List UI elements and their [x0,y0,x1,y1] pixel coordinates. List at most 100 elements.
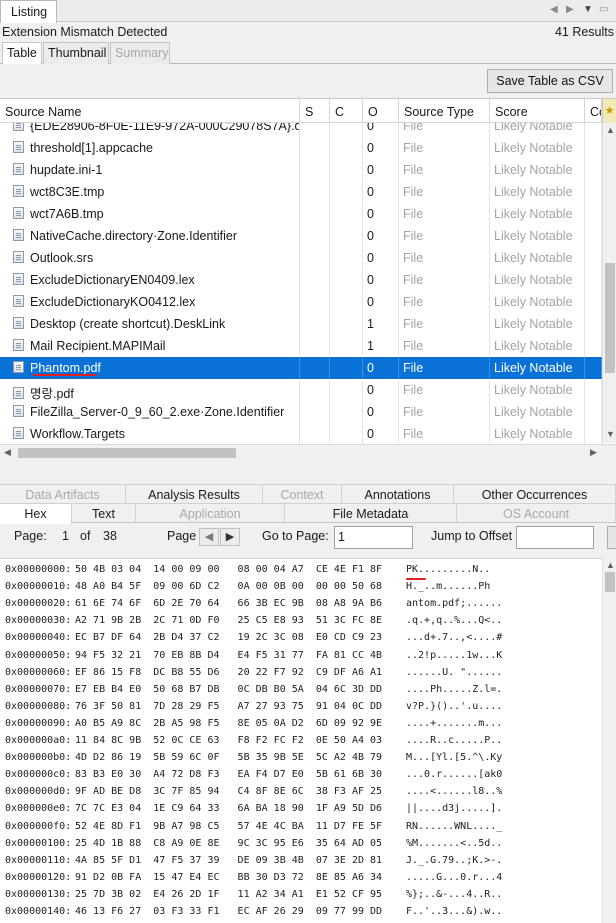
jump-offset-input[interactable] [516,526,594,549]
results-count: 41 Results [554,25,614,39]
table-row[interactable]: ExcludeDictionaryEN0409.lex 0 File Likely N… [0,269,602,291]
col-comment[interactable]: Co [585,99,602,123]
save-table-csv-button[interactable]: Save Table as CSV [487,69,613,93]
cell-o: 0 [363,357,399,379]
table-row[interactable]: Mail Recipient.MAPIMail 1 File Likely Notab… [0,335,602,357]
scroll-thumb[interactable] [18,448,236,458]
cell-source-type: File [399,269,490,291]
tab-context[interactable]: Context [263,484,342,503]
hex-ascii: ....<......l8..% [406,786,503,798]
cell-source-name: wct7A6B.tmp [0,203,300,225]
table-row[interactable]: {EDE28906-8F0E-11E9-972A-000C29078S7A}.d… [0,123,602,137]
col-c[interactable]: C [330,99,363,123]
hex-ascii: %M.......<..5d.. [406,837,503,849]
cell-comment [585,123,602,137]
tab-annotations[interactable]: Annotations [342,484,454,503]
hex-ascii: PK.........N.. [406,564,491,575]
file-icon [13,427,24,439]
cell-s [300,225,330,247]
hex-offset: 0x00000040: [5,632,72,644]
cell-o: 0 [363,181,399,203]
tab-os-account[interactable]: OS Account [457,503,616,522]
table-vertical-scrollbar[interactable]: ▲ ▼ [602,123,616,443]
col-o[interactable]: O [363,99,399,123]
jump-button[interactable] [607,526,616,549]
cell-s [300,159,330,181]
tab-listing[interactable]: Listing [0,0,57,23]
table-row[interactable]: hupdate.ini-1 0 File Likely Notable [0,159,602,181]
scroll-up-icon[interactable]: ▲ [606,560,615,570]
hex-ascii: ..2!p.....1w...K [406,649,503,661]
file-icon [13,229,24,241]
tab-table[interactable]: Table [2,42,42,65]
table-row[interactable]: 명랑.pdf 0 File Likely Notable [0,379,602,401]
tab-application[interactable]: Application [136,503,285,522]
cell-source-type: File [399,247,490,269]
file-icon [13,185,24,197]
next-page-button[interactable]: ▶ [220,528,240,546]
maximize-icon[interactable]: ▭ [599,4,608,15]
scroll-right-icon[interactable]: ▶ [590,447,597,458]
tab-summary[interactable]: Summary [110,42,170,64]
cell-comment [585,291,602,313]
view-tabs: Table Thumbnail Summary [0,42,616,65]
cell-c [330,379,363,401]
cell-score: Likely Notable [490,269,585,291]
cell-score: Likely Notable [490,423,585,444]
tab-thumbnail[interactable]: Thumbnail [43,42,109,64]
cell-o: 0 [363,291,399,313]
scroll-down-icon[interactable]: ▼ [606,429,615,439]
source-name-text: {EDE28906-8F0E-11E9-972A-000C29078S7A}.d… [30,123,300,133]
file-icon [13,317,24,329]
cell-source-type: File [399,181,490,203]
cell-s [300,357,330,379]
table-row[interactable]: threshold[1].appcache 0 File Likely Notable [0,137,602,159]
tab-text[interactable]: Text [72,503,136,522]
tab-analysis-results[interactable]: Analysis Results [126,484,263,503]
table-row[interactable]: Workflow.Targets 0 File Likely Notable [0,423,602,444]
table-horizontal-scrollbar[interactable]: ◀ ▶ [0,444,616,460]
cell-source-name: Outlook.srs [0,247,300,269]
goto-page-input[interactable]: 1 [334,526,413,549]
table-row[interactable]: Desktop (create shortcut).DeskLink 1 File L… [0,313,602,335]
scroll-thumb[interactable] [605,572,615,592]
cell-comment [585,269,602,291]
table-row[interactable]: wct7A6B.tmp 0 File Likely Notable [0,203,602,225]
hex-offset: 0x00000000: [5,564,72,575]
col-s[interactable]: S [300,99,330,123]
scroll-up-icon[interactable]: ▲ [606,125,615,135]
column-chooser-icon[interactable]: ★ [602,99,616,123]
cell-c [330,357,363,379]
table-row[interactable]: FileZilla_Server-0_9_60_2.exe·Zone.Ident… [0,401,602,423]
cell-source-type: File [399,225,490,247]
tab-data-artifacts[interactable]: Data Artifacts [0,484,126,503]
table-row[interactable]: Phantom.pdf 0 File Likely Notable [0,357,602,379]
cell-comment [585,181,602,203]
cell-source-name: NativeCache.directory·Zone.Identifier [0,225,300,247]
hex-offset: 0x000000b0: [5,752,72,764]
hex-vertical-scrollbar[interactable]: ▲ [602,558,616,923]
tab-file-metadata[interactable]: File Metadata [285,503,457,522]
table-row[interactable]: wct8C3E.tmp 0 File Likely Notable [0,181,602,203]
cell-c [330,137,363,159]
scroll-thumb[interactable] [605,263,615,373]
hex-offset: 0x00000030: [5,615,72,627]
col-source-type[interactable]: Source Type [399,99,490,123]
chevron-right-icon[interactable]: ▶ [566,4,574,15]
col-source-name[interactable]: Source Name [0,99,300,123]
source-name-text: Phantom.pdf [30,361,101,375]
previous-page-button[interactable]: ◀ [199,528,219,546]
cell-s [300,203,330,225]
col-score[interactable]: Score [490,99,585,123]
chevron-left-icon[interactable]: ◀ [550,4,558,15]
table-row[interactable]: Outlook.srs 0 File Likely Notable [0,247,602,269]
tab-hex[interactable]: Hex [0,503,72,524]
hex-ascii: ....R..c.....P.. [406,735,503,746]
scroll-left-icon[interactable]: ◀ [4,447,11,458]
table-row[interactable]: NativeCache.directory·Zone.Identifier 0 Fi… [0,225,602,247]
tab-other-occurrences[interactable]: Other Occurrences [454,484,616,503]
file-icon [13,361,24,373]
chevron-down-icon[interactable]: ▼ [583,4,593,15]
hex-viewer[interactable]: 0x00000000: 50 4B 03 04 14 00 09 00 08 00… [0,558,602,923]
table-row[interactable]: ExcludeDictionaryKO0412.lex 0 File Likely N… [0,291,602,313]
